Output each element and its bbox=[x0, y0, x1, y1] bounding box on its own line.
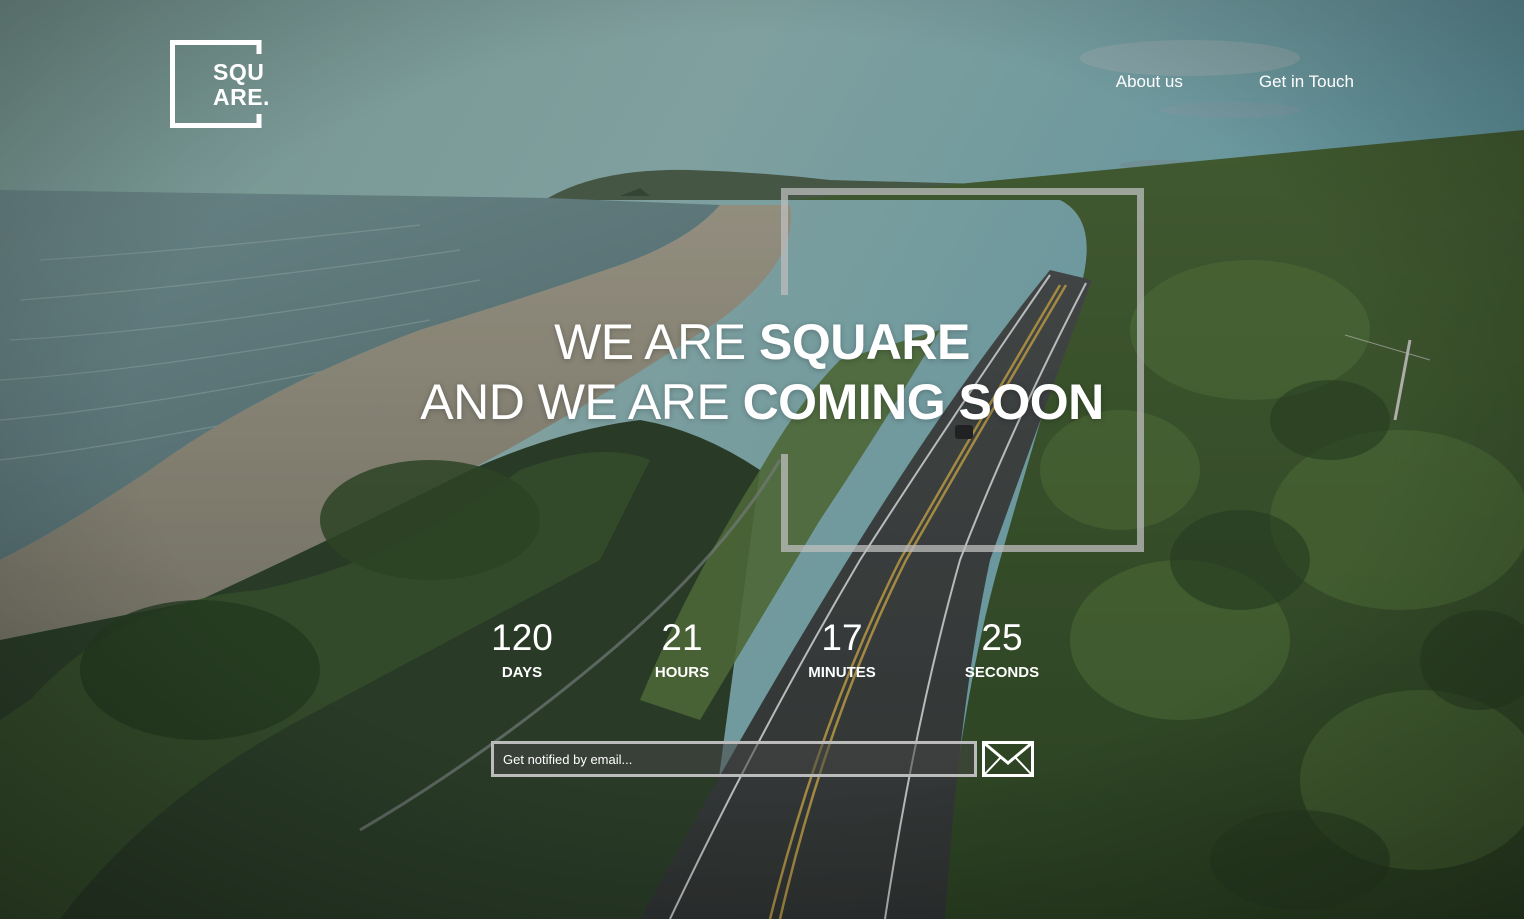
countdown-minutes-value: 17 bbox=[821, 617, 863, 658]
headline-line-2: AND WE ARE COMING SOON bbox=[0, 372, 1524, 432]
countdown-seconds-value: 25 bbox=[981, 617, 1023, 658]
countdown-seconds-label: SECONDS bbox=[964, 664, 1040, 681]
countdown-hours: 21 HOURS bbox=[602, 617, 762, 683]
headline-line-2-bold: COMING SOON bbox=[742, 374, 1105, 430]
logo-line-1: SQU bbox=[213, 59, 265, 85]
headline-line-1-bold: SQUARE bbox=[758, 314, 970, 370]
countdown-days-label: DAYS bbox=[501, 664, 543, 681]
hero-headline: WE ARE SQUARE AND WE ARE COMING SOON bbox=[0, 312, 1524, 432]
countdown-hours-label: HOURS bbox=[654, 664, 710, 681]
subscribe-form bbox=[491, 741, 1034, 777]
countdown-days: 120 DAYS bbox=[442, 617, 602, 683]
nav-link-get-in-touch[interactable]: Get in Touch bbox=[1259, 72, 1354, 92]
main-nav: About us Get in Touch bbox=[1116, 72, 1354, 92]
nav-link-about-us[interactable]: About us bbox=[1116, 72, 1183, 92]
logo-wordmark: SQU ARE. bbox=[213, 60, 270, 110]
brand-logo[interactable]: SQU ARE. bbox=[170, 40, 275, 128]
logo-line-2: ARE. bbox=[213, 84, 270, 110]
countdown-days-value: 120 bbox=[491, 617, 553, 658]
headline-line-1-light: WE ARE bbox=[554, 314, 759, 370]
email-input[interactable] bbox=[491, 741, 977, 777]
headline-line-1: WE ARE SQUARE bbox=[0, 312, 1524, 372]
envelope-icon[interactable] bbox=[982, 741, 1034, 777]
countdown-seconds: 25 SECONDS bbox=[922, 617, 1082, 683]
countdown-hours-value: 21 bbox=[661, 617, 703, 658]
background-scene bbox=[0, 0, 1524, 919]
countdown-minutes-label: MINUTES bbox=[808, 664, 876, 681]
headline-line-2-light: AND WE ARE bbox=[420, 374, 743, 430]
countdown-timer: 120 DAYS 21 HOURS 17 MINUTES 25 SECONDS bbox=[442, 617, 1082, 683]
countdown-minutes: 17 MINUTES bbox=[762, 617, 922, 683]
